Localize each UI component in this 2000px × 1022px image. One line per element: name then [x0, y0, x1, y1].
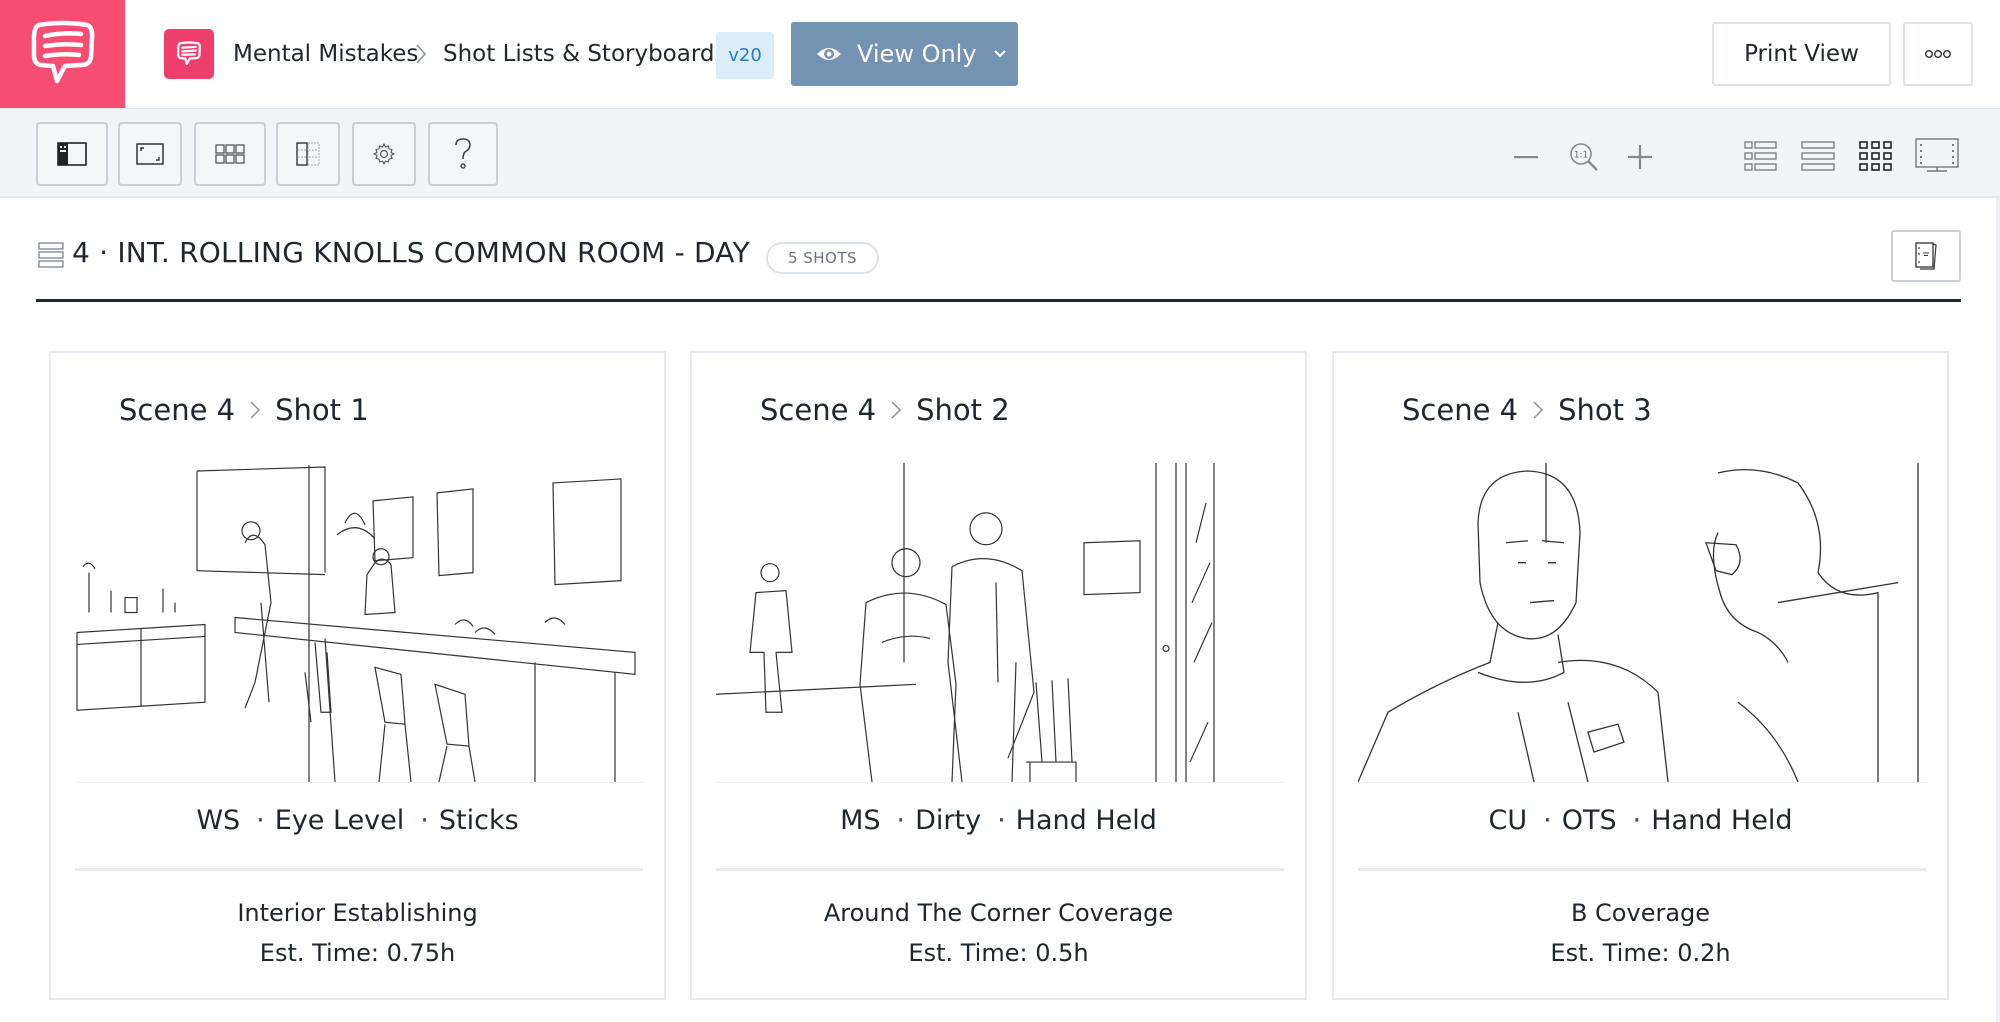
hallway-sketch	[716, 463, 1215, 782]
app-logo[interactable]	[0, 0, 125, 108]
eye-icon	[817, 48, 841, 60]
shot-size: WS	[196, 805, 241, 836]
zoom-reset-label: 1:1	[1574, 151, 1588, 161]
camera-movement: Sticks	[438, 805, 519, 836]
camera-movement: Hand Held	[1015, 805, 1157, 836]
grid-layout-button[interactable]	[194, 122, 266, 186]
shot-count-badge: 5 SHOTS	[766, 242, 879, 274]
shot-specs: MS · Dirty · Hand Held	[840, 805, 1157, 836]
shot-description: Around The Corner Coverage	[823, 899, 1174, 927]
view-mode-grid[interactable]	[1858, 135, 1894, 177]
zoom-reset-icon: 1:1	[1570, 143, 1598, 171]
view-only-dropdown[interactable]: View Only	[791, 22, 1018, 86]
shot-description: Interior Establishing	[237, 899, 478, 927]
script-pages-icon	[1915, 242, 1937, 270]
shot-specs: CU · OTS · Hand Held	[1488, 805, 1793, 836]
camera-angle: OTS	[1561, 805, 1617, 836]
aspect-ratio-button[interactable]	[118, 122, 182, 186]
shot-breadcrumb: Scene 4 Shot 3	[1402, 393, 1652, 427]
toggle-sidebar-button[interactable]	[36, 122, 108, 186]
scene-label: Scene 4	[119, 393, 236, 427]
scene-label: Scene 4	[1402, 393, 1519, 427]
zoom-reset-button[interactable]: 1:1	[1564, 137, 1604, 177]
shot-size: MS	[840, 805, 881, 836]
columns-button[interactable]	[276, 122, 340, 186]
shot-label: Shot 1	[275, 393, 369, 427]
more-options-button[interactable]	[1903, 22, 1973, 86]
close-up-ots-sketch	[1358, 463, 1919, 782]
sidebar-panel-icon	[57, 142, 87, 166]
shot-label: Shot 2	[916, 393, 1010, 427]
view-only-label: View Only	[857, 40, 977, 68]
shot-breadcrumb: Scene 4 Shot 2	[760, 393, 1010, 427]
estimated-time: Est. Time: 0.2h	[1550, 939, 1731, 967]
zoom-out-button[interactable]	[1506, 137, 1546, 177]
scene-header: 4 · INT. ROLLING KNOLLS COMMON ROOM - DA…	[36, 230, 1961, 302]
help-icon	[455, 138, 471, 169]
app-header: Mental Mistakes Shot Lists & Storyboards…	[0, 0, 2000, 108]
shot-label: Shot 3	[1558, 393, 1652, 427]
scene-script-button[interactable]	[1891, 230, 1961, 282]
grid-icon	[215, 144, 245, 164]
scene-title[interactable]: 4 · INT. ROLLING KNOLLS COMMON ROOM - DA…	[72, 236, 750, 269]
storyboard-toolbar: 1:1	[0, 108, 2000, 198]
view-mode-list-thumbnails[interactable]	[1743, 135, 1779, 177]
drag-handle-icon	[38, 242, 64, 268]
estimated-time: Est. Time: 0.5h	[908, 939, 1089, 967]
help-button[interactable]	[428, 122, 498, 186]
shot-card[interactable]: Scene 4 Shot 3 CU · OTS · Hand Held B Co…	[1332, 351, 1949, 1000]
gear-icon	[373, 143, 395, 165]
speech-bubble-logo-icon	[31, 20, 94, 84]
storyboard-image[interactable]	[1358, 463, 1926, 783]
plus-icon	[1628, 145, 1652, 169]
camera-movement: Hand Held	[1651, 805, 1793, 836]
shot-card[interactable]: Scene 4 Shot 2 MS · Dirty · Hand Held Around…	[690, 351, 1307, 1000]
chevron-right-icon	[1533, 401, 1544, 419]
card-divider	[1358, 868, 1926, 871]
card-divider	[716, 868, 1284, 871]
project-icon[interactable]	[164, 29, 214, 79]
chevron-down-icon	[993, 50, 1006, 58]
shot-breadcrumb: Scene 4 Shot 1	[119, 393, 369, 427]
view-mode-presentation[interactable]	[1914, 135, 1960, 177]
chevron-right-icon	[891, 401, 902, 419]
zoom-in-button[interactable]	[1620, 137, 1660, 177]
camera-angle: Dirty	[915, 805, 982, 836]
columns-icon	[296, 142, 320, 166]
drag-handle[interactable]	[38, 242, 64, 274]
minus-icon	[1514, 156, 1538, 159]
storyboard-image[interactable]	[75, 463, 643, 783]
presentation-icon	[1915, 138, 1959, 172]
camera-angle: Eye Level	[274, 805, 405, 836]
common-room-sketch	[76, 464, 636, 782]
breadcrumb-chevron-icon	[414, 34, 428, 74]
version-badge[interactable]: v20	[716, 32, 774, 79]
list-rows-icon	[1801, 141, 1835, 171]
breadcrumb-page[interactable]: Shot Lists & Storyboards	[443, 34, 726, 74]
estimated-time: Est. Time: 0.75h	[259, 939, 456, 967]
shot-specs: WS · Eye Level · Sticks	[196, 805, 519, 836]
print-view-button[interactable]: Print View	[1712, 22, 1891, 86]
settings-button[interactable]	[352, 122, 416, 186]
aspect-ratio-icon	[136, 143, 164, 165]
shot-description: B Coverage	[1570, 899, 1711, 927]
speech-bubble-icon	[177, 41, 201, 66]
scene-label: Scene 4	[760, 393, 877, 427]
shot-size: CU	[1488, 805, 1528, 836]
storyboard-image[interactable]	[716, 463, 1284, 783]
chevron-right-icon	[250, 401, 261, 419]
grid-3x3-icon	[1859, 141, 1892, 171]
list-thumbnail-icon	[1744, 141, 1777, 171]
shot-card[interactable]: Scene 4 Shot 1 WS · Eye Level · Sticks I…	[49, 351, 666, 1000]
page-scrollbar[interactable]	[1996, 198, 2000, 1022]
breadcrumb-project[interactable]: Mental Mistakes	[233, 34, 418, 74]
more-dots-icon	[1925, 50, 1952, 58]
card-divider	[75, 868, 643, 871]
view-mode-rows[interactable]	[1800, 135, 1836, 177]
